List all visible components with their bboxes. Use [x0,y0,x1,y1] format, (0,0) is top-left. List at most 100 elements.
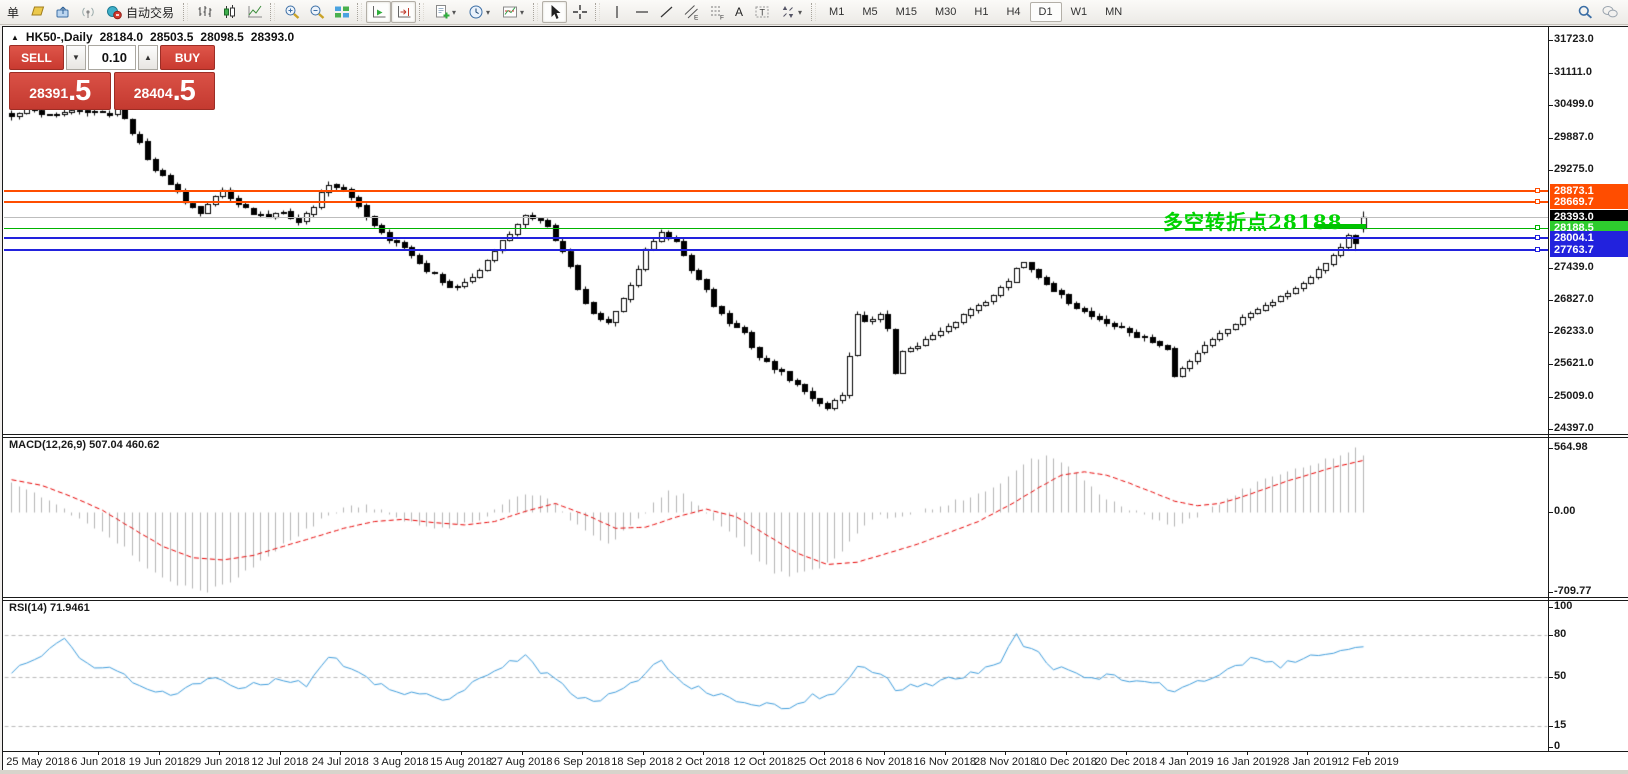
volume-increase-button[interactable]: ▲ [138,45,158,70]
date-axis-label: 3 Aug 2018 [372,756,429,768]
fibo-icon: F [709,4,725,22]
channel-icon: E [684,4,700,22]
axis-tick [1548,268,1553,269]
tf-m1[interactable]: M1 [820,2,853,22]
main-macd-splitter[interactable] [3,434,1628,438]
chat-button[interactable] [1597,1,1622,23]
data-window[interactable] [50,1,75,23]
price-chart-canvas[interactable] [3,27,1628,771]
chartshift-icon [396,4,412,20]
date-axis-label: 28 Nov 2018 [973,756,1037,768]
axis-tick [1548,677,1553,678]
date-axis-label: 16 Jan 2019 [1216,756,1278,768]
green-trend-segment[interactable] [1316,224,1366,228]
chevron-down-icon[interactable]: ▾ [798,8,802,17]
axis-tick [1548,138,1553,139]
axis-tick [1548,726,1553,727]
horizontal-line-tool[interactable] [629,1,654,23]
date-tick [643,751,644,755]
tf-h1[interactable]: H1 [965,2,997,22]
volume-input[interactable]: 0.10 [88,45,136,70]
text-label-tool[interactable]: T [749,1,774,23]
date-tick [1126,751,1127,755]
clock-icon [468,4,484,20]
periods[interactable]: ▾ [462,1,496,23]
chart-window[interactable]: ▲ HK50-,Daily 28184.0 28503.5 28098.5 28… [2,26,1628,771]
sell-button[interactable]: SELL [9,45,64,70]
line-handle[interactable] [1535,247,1540,252]
level-line-28873.1[interactable] [4,190,1548,192]
arrows-tool[interactable]: ▾ [774,1,808,23]
chart-shift[interactable] [391,1,417,23]
vertical-line-tool[interactable] [604,1,629,23]
tile-windows[interactable] [329,1,354,23]
fibonacci-tool[interactable]: F [704,1,729,23]
crosshair-tool[interactable] [567,1,592,23]
candlestick-mode[interactable] [217,1,242,23]
chevron-down-icon[interactable]: ▾ [452,8,456,17]
buy-price-button[interactable]: 28404.5 [113,72,215,110]
macd-axis-label: -709.77 [1554,585,1592,598]
candles-icon [222,4,238,20]
chevron-down-icon[interactable]: ▾ [486,8,490,17]
auto-trading[interactable]: 自动交易 [100,1,180,23]
level-line-28004.1[interactable] [4,237,1548,239]
date-tick [159,751,160,755]
tlabel-icon: T [754,4,770,20]
rsi-axis-label: 80 [1554,628,1567,640]
price-axis-label: 29275.0 [1554,163,1594,175]
macd-rsi-splitter[interactable] [3,597,1628,601]
book-icon [30,4,46,20]
axis-tick [1548,364,1553,365]
search-button[interactable] [1572,1,1597,23]
buy-button[interactable]: BUY [160,45,215,70]
toolbar-separator [183,3,189,21]
signals[interactable] [75,1,100,23]
market-watch[interactable] [25,1,50,23]
chevron-down-icon[interactable]: ▾ [520,8,524,17]
line-handle[interactable] [1535,188,1540,193]
tf-w1[interactable]: W1 [1062,2,1097,22]
level-line-27763.7[interactable] [4,249,1548,251]
auto-scroll[interactable] [366,1,392,23]
equidistant-channel-tool[interactable]: E [679,1,704,23]
text-tool[interactable]: A [729,1,749,23]
date-axis-label: 6 Nov 2018 [856,756,913,768]
line-handle[interactable] [1535,199,1540,204]
zoom-in[interactable] [279,1,304,23]
bar-chart-mode[interactable] [192,1,217,23]
volume-decrease-button[interactable]: ▼ [66,45,86,70]
cursor-tool[interactable] [542,1,568,23]
date-axis-label: 19 Jun 2018 [128,756,190,768]
axis-tick [1548,607,1553,608]
zoom-out[interactable] [304,1,329,23]
sell-price-button[interactable]: 28391.5 [9,72,111,110]
new-order-partial[interactable]: 单 [1,1,25,23]
tf-m30[interactable]: M30 [926,2,965,22]
trendline-tool[interactable] [654,1,679,23]
pivot-annotation[interactable]: 多空转折点28188 [1163,206,1343,235]
tf-mn[interactable]: MN [1096,2,1131,22]
one-click-trading-panel: SELL ▼ 0.10 ▲ BUY 28391.5 28404.5 [9,45,215,110]
line-chart-mode[interactable] [242,1,267,23]
line-handle[interactable] [1535,225,1540,230]
date-tick [1307,751,1308,755]
collapse-arrow-icon[interactable]: ▲ [11,33,19,42]
low-value: 28098.5 [200,30,244,44]
date-tick [1187,751,1188,755]
tf-m15[interactable]: M15 [887,2,926,22]
rsi-bottom-border [3,751,1628,752]
price-axis-label: 25009.0 [1554,389,1594,402]
mt4-window: 单 自动交易 ▾ ▾ ▾ E F A T ▾ M1 M5 M15 M30 H1 H4 D1 W1 MN ▲ HK50… [0,0,1628,774]
tf-m5[interactable]: M5 [853,2,886,22]
date-tick [461,751,462,755]
tf-d1[interactable]: D1 [1029,2,1062,22]
upload-icon [55,4,71,20]
templates[interactable]: ▾ [496,1,530,23]
tf-h4[interactable]: H4 [997,2,1029,22]
level-line-28669.7[interactable] [4,201,1548,203]
date-tick [1247,751,1248,755]
indicators[interactable]: ▾ [428,1,462,23]
toolbar-separator [419,3,425,21]
line-handle[interactable] [1535,235,1540,240]
